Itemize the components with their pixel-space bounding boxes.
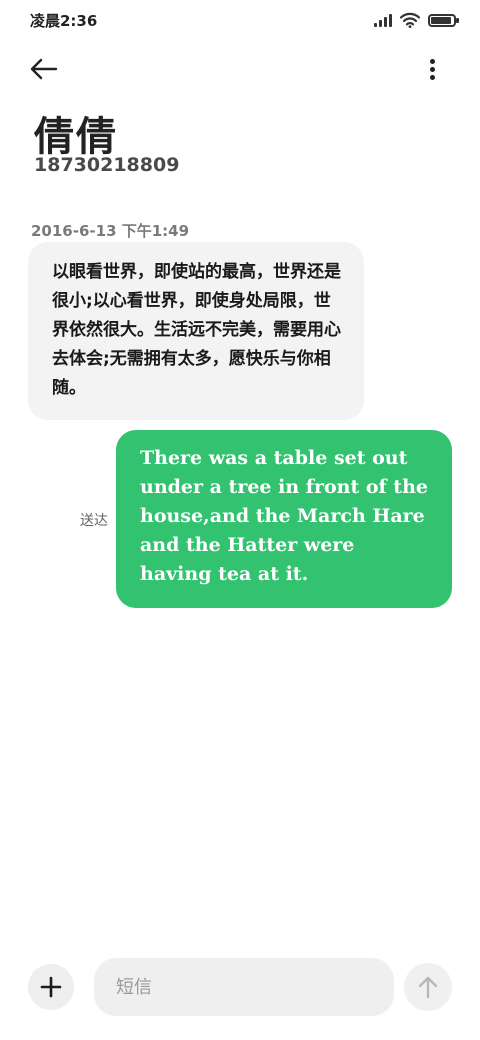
- battery-level: [431, 16, 451, 24]
- delivery-status: 送达: [80, 513, 108, 529]
- send-button[interactable]: [404, 963, 452, 1011]
- signal-icon: [374, 13, 392, 27]
- messaging-screen: 凌晨2:36 倩倩 18730218809 2016-6-13 下午1:49 以…: [0, 0, 480, 1040]
- battery-icon: [428, 13, 459, 27]
- add-attachment-button[interactable]: [28, 964, 74, 1010]
- status-time: 凌晨2:36: [30, 12, 98, 30]
- more-options-button[interactable]: [420, 52, 444, 86]
- more-vertical-icon: [429, 58, 435, 64]
- message-input[interactable]: [94, 958, 394, 1016]
- message-timestamp: 2016-6-13 下午1:49: [31, 222, 190, 240]
- incoming-message-bubble[interactable]: 以眼看世界，即使站的最高，世界还是很小;以心看世界，即使身处局限，世界依然很大。…: [28, 242, 364, 420]
- outgoing-message-bubble[interactable]: There was a table set out under a tree i…: [116, 430, 452, 608]
- plus-icon: [40, 976, 62, 998]
- status-bar: 凌晨2:36: [0, 0, 480, 40]
- status-icons: [374, 11, 459, 29]
- arrow-left-icon: [30, 58, 58, 80]
- arrow-up-icon: [418, 976, 438, 999]
- back-button[interactable]: [30, 52, 70, 86]
- contact-number: 18730218809: [34, 154, 180, 176]
- wifi-icon: [400, 12, 420, 28]
